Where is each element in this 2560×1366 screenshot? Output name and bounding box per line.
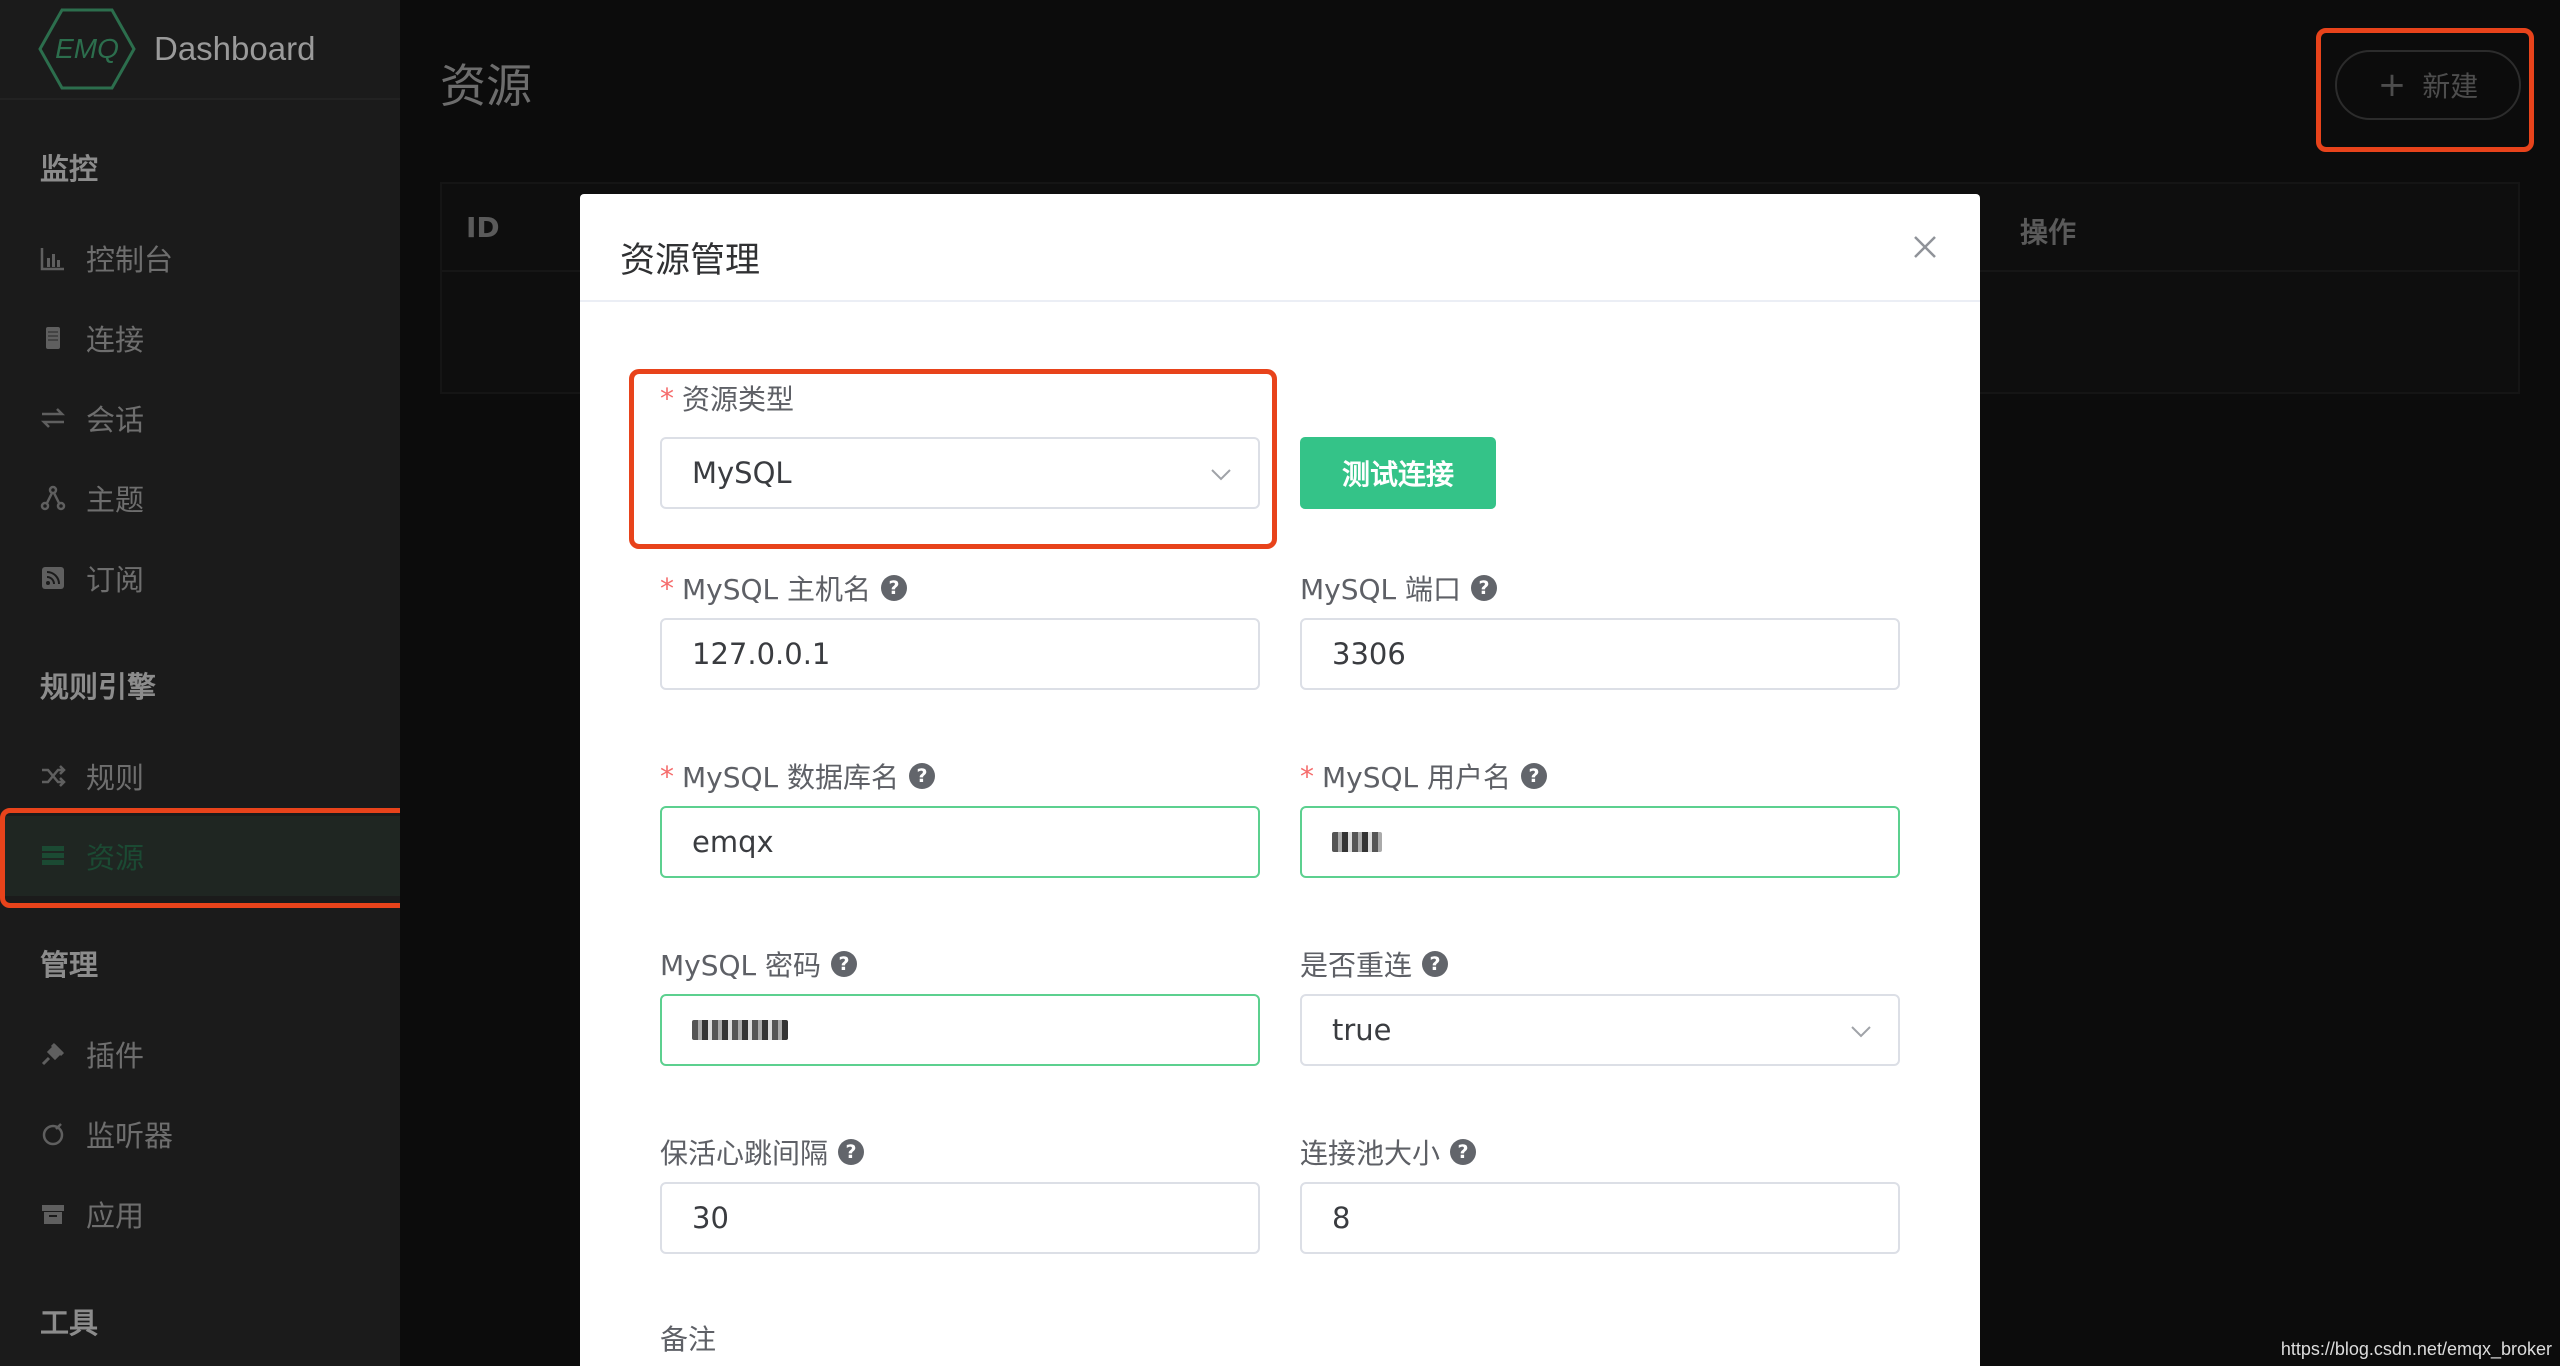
brand-title: Dashboard [154,30,316,67]
column-header-id: ID [466,211,500,244]
sidebar-item-sessions[interactable]: 会话 [0,378,400,458]
logo-text: EMQ [55,33,119,64]
redacted-value [1332,832,1382,852]
nav-section-tools: 工具 [40,1306,99,1340]
field-label: MySQL 端口? [1300,568,1900,608]
required-mark: * [660,571,674,605]
help-icon[interactable]: ? [1471,575,1498,601]
emq-logo: EMQ [38,8,136,90]
help-icon[interactable]: ? [1521,763,1548,789]
bar-chart-icon [38,243,68,273]
pool-size-input[interactable]: 8 [1300,1182,1900,1254]
nav-section-rule-engine: 规则引擎 [40,670,157,704]
sidebar-item-label: 控制台 [86,243,174,277]
field-database: * MySQL 数据库名? emqx [660,756,1260,896]
select-value: true [1332,1013,1392,1047]
highlight-box-resources [0,808,418,908]
plug-icon [38,1039,68,1069]
label-text: MySQL 密码 [660,949,822,982]
sidebar-item-label: 连接 [86,323,145,357]
label-text: 保活心跳间隔 [660,1137,829,1170]
sidebar-item-label: 规则 [86,761,145,795]
field-keepalive: 保活心跳间隔? 30 [660,1132,1260,1272]
help-icon[interactable]: ? [831,951,858,977]
sidebar-item-label: 主题 [86,483,145,517]
sidebar-item-label: 会话 [86,403,145,437]
sidebar-item-label: 插件 [86,1039,145,1073]
rss-icon [38,563,68,593]
watermark: https://blog.csdn.net/emqx_broker [2280,1339,2552,1359]
device-icon [38,323,68,353]
field-password: MySQL 密码? [660,944,1260,1084]
close-icon[interactable] [1910,232,1940,262]
field-port: MySQL 端口? 3306 [1300,568,1900,708]
highlight-box-resource-type [629,369,1277,549]
label-text: 是否重连 [1300,949,1413,982]
field-label: 是否重连? [1300,944,1900,984]
help-icon[interactable]: ? [881,575,908,601]
sidebar-item-subscriptions[interactable]: 订阅 [0,538,400,618]
sidebar-item-listeners[interactable]: 监听器 [0,1094,400,1174]
brand[interactable]: EMQ Dashboard [0,0,400,100]
keepalive-input[interactable]: 30 [660,1182,1260,1254]
label-text: MySQL 用户名 [1322,761,1512,794]
field-host: * MySQL 主机名? 127.0.0.1 [660,568,1260,708]
help-icon[interactable]: ? [1450,1139,1477,1165]
auto-reconnect-select[interactable]: true [1300,994,1900,1066]
sidebar-item-topics[interactable]: 主题 [0,458,400,538]
redacted-value [692,1020,788,1040]
sidebar-item-dashboard[interactable]: 控制台 [0,218,400,298]
topic-icon [38,483,68,513]
highlight-box-new [2316,28,2534,152]
help-icon[interactable]: ? [1422,951,1449,977]
field-label: * MySQL 主机名? [660,568,1260,608]
label-text: MySQL 数据库名 [682,761,900,794]
port-input[interactable]: 3306 [1300,618,1900,690]
required-mark: * [1300,759,1314,793]
sidebar-item-label: 应用 [86,1199,145,1233]
help-icon[interactable]: ? [909,763,936,789]
label-text: MySQL 端口 [1300,573,1462,606]
field-auto-reconnect: 是否重连? true [1300,944,1900,1084]
label-text: 备注 [660,1323,717,1356]
swap-icon [38,403,68,433]
nav-section-management: 管理 [40,948,99,982]
shuffle-icon [38,761,68,791]
column-header-actions: 操作 [2020,216,2077,249]
dialog-header: 资源管理 [580,194,1980,302]
field-label: 连接池大小? [1300,1132,1900,1172]
box-icon [38,1199,68,1229]
sidebar-item-rules[interactable]: 规则 [0,736,400,816]
field-label: MySQL 密码? [660,944,1260,984]
field-username: * MySQL 用户名? [1300,756,1900,896]
database-input[interactable]: emqx [660,806,1260,878]
field-label: * MySQL 数据库名? [660,756,1260,796]
help-icon[interactable]: ? [838,1139,865,1165]
sidebar-item-label: 订阅 [86,563,145,597]
field-description: 备注 [660,1318,1260,1366]
sidebar-item-label: 监听器 [86,1119,174,1153]
sidebar-item-connections[interactable]: 连接 [0,298,400,378]
field-label: 保活心跳间隔? [660,1132,1260,1172]
label-text: MySQL 主机名 [682,573,872,606]
nav-section-monitor: 监控 [40,152,99,186]
sidebar: EMQ Dashboard 监控 控制台 连接 会话 主题 订阅 规则引擎 规则… [0,0,400,1366]
dialog-title: 资源管理 [620,241,761,281]
chevron-down-icon [1851,1026,1871,1038]
sidebar-item-applications[interactable]: 应用 [0,1174,400,1254]
sidebar-item-plugins[interactable]: 插件 [0,1014,400,1094]
username-input[interactable] [1300,806,1900,878]
page-title: 资源 [440,59,532,113]
label-text: 连接池大小 [1300,1137,1441,1170]
required-mark: * [660,759,674,793]
field-pool-size: 连接池大小? 8 [1300,1132,1900,1272]
listener-icon [38,1119,68,1149]
field-label: 备注 [660,1318,1260,1358]
host-input[interactable]: 127.0.0.1 [660,618,1260,690]
field-label: * MySQL 用户名? [1300,756,1900,796]
password-input[interactable] [660,994,1260,1066]
test-connection-button[interactable]: 测试连接 [1300,437,1496,509]
